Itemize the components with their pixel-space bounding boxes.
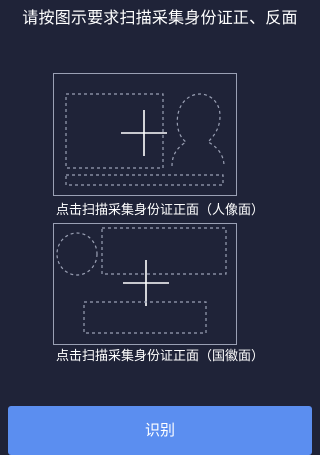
portrait-silhouette-icon [171, 93, 225, 167]
dashed-top-bar [101, 227, 227, 275]
id-front-capture-frame[interactable] [53, 73, 237, 196]
recognize-button[interactable]: 识别 [8, 406, 312, 455]
id-front-illustration [65, 93, 225, 186]
id-scan-page: 请按图示要求扫描采集身份证正、反面 点击扫描采集身份证正面（人像面） 点击扫描采… [0, 0, 320, 455]
instruction-text: 请按图示要求扫描采集身份证正、反面 [22, 8, 298, 27]
dashed-id-number-bar [65, 174, 224, 186]
dashed-text-area [65, 93, 164, 169]
id-back-capture-frame[interactable] [53, 223, 237, 345]
dashed-bottom-bar [83, 301, 207, 334]
emblem-circle-icon [56, 232, 98, 276]
front-caption[interactable]: 点击扫描采集身份证正面（人像面） [0, 203, 320, 219]
id-back-illustration [56, 227, 227, 334]
back-caption[interactable]: 点击扫描采集身份证正面（国徽面） [0, 349, 320, 365]
